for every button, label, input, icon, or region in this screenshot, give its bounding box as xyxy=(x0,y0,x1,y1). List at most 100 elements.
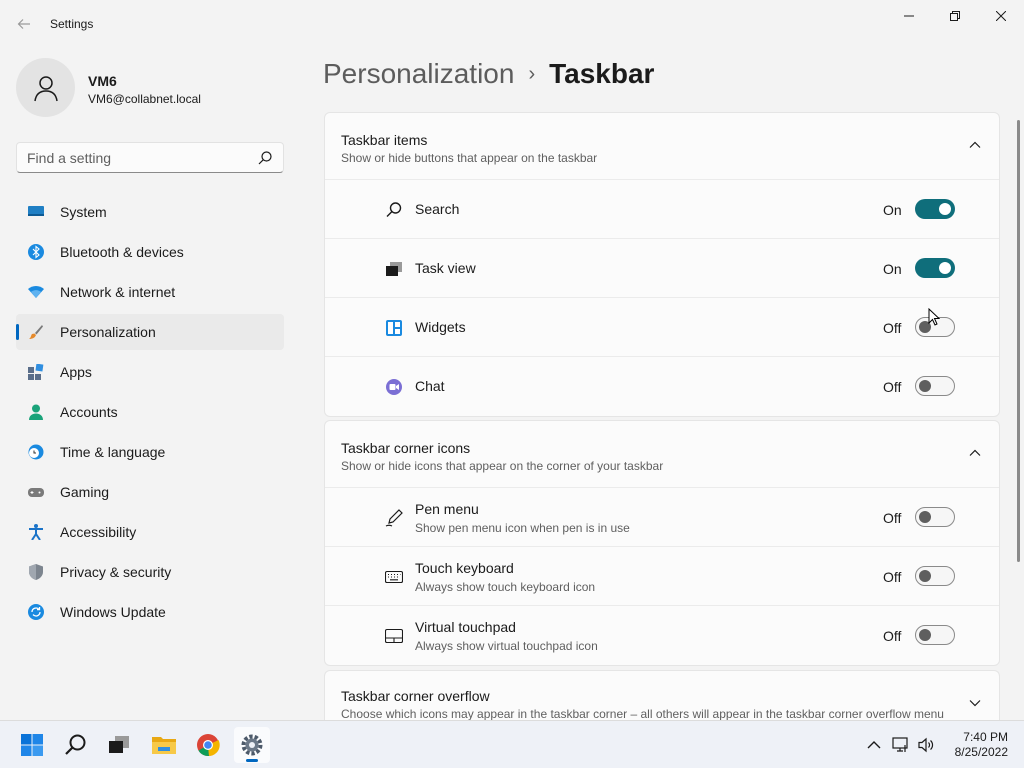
setting-label: Pen menu xyxy=(415,501,479,517)
sidebar-item-bluetooth[interactable]: Bluetooth & devices xyxy=(16,234,284,270)
setting-row-virtual-touchpad: Virtual touchpad Always show virtual tou… xyxy=(325,606,999,665)
setting-description: Show pen menu icon when pen is in use xyxy=(415,521,630,535)
taskbar-search-button[interactable] xyxy=(58,727,94,763)
person-icon xyxy=(29,404,43,420)
virtual-touchpad-toggle[interactable] xyxy=(915,625,955,645)
pen-menu-toggle[interactable] xyxy=(915,507,955,527)
section-subtitle: Show or hide buttons that appear on the … xyxy=(341,151,598,165)
sidebar-item-privacy[interactable]: Privacy & security xyxy=(16,554,284,590)
chat-toggle[interactable] xyxy=(915,376,955,396)
setting-row-chat: Chat Off xyxy=(325,357,999,416)
chevron-up-icon[interactable] xyxy=(865,736,883,754)
maximize-button[interactable] xyxy=(932,0,978,32)
windows-start-icon xyxy=(21,734,43,756)
sidebar-item-windows-update[interactable]: Windows Update xyxy=(16,594,284,630)
close-button[interactable] xyxy=(978,0,1024,32)
main-scrollbar[interactable] xyxy=(1017,120,1020,562)
breadcrumb-parent[interactable]: Personalization xyxy=(323,58,514,89)
search-icon[interactable] xyxy=(257,150,273,166)
chevron-up-icon[interactable] xyxy=(969,447,981,459)
apps-icon xyxy=(28,364,44,380)
taskbar-settings-button[interactable] xyxy=(234,727,270,763)
section-taskbar-corner-overflow: Taskbar corner overflow Choose which ico… xyxy=(324,670,1000,720)
gamepad-icon xyxy=(28,488,44,497)
shield-icon xyxy=(29,564,43,580)
mouse-cursor-icon xyxy=(928,308,940,326)
toggle-state-label: On xyxy=(883,261,902,277)
chat-icon xyxy=(386,379,402,395)
start-button[interactable] xyxy=(14,727,50,763)
section-header-taskbar-items[interactable]: Taskbar items Show or hide buttons that … xyxy=(325,113,999,180)
toggle-knob xyxy=(919,511,931,523)
toggle-knob xyxy=(919,570,931,582)
touchpad-icon xyxy=(385,628,403,644)
search-toggle[interactable] xyxy=(915,199,955,219)
back-button[interactable] xyxy=(10,10,38,38)
taskbar-chrome-button[interactable] xyxy=(190,727,226,763)
toggle-knob xyxy=(919,629,931,641)
bluetooth-icon xyxy=(28,244,44,260)
sidebar-item-label: Time & language xyxy=(60,444,166,460)
setting-label: Virtual touchpad xyxy=(415,619,516,635)
sidebar-item-time-language[interactable]: Time & language xyxy=(16,434,284,470)
app-title: Settings xyxy=(50,17,94,31)
close-icon xyxy=(996,11,1006,21)
avatar[interactable] xyxy=(16,58,75,117)
sidebar-item-apps[interactable]: Apps xyxy=(16,354,284,390)
network-icon[interactable] xyxy=(892,736,910,754)
section-taskbar-items: Taskbar items Show or hide buttons that … xyxy=(324,112,1000,417)
section-subtitle: Choose which icons may appear in the tas… xyxy=(341,707,944,720)
sidebar-item-accessibility[interactable]: Accessibility xyxy=(16,514,284,550)
sidebar-item-gaming[interactable]: Gaming xyxy=(16,474,284,510)
toggle-knob xyxy=(939,203,951,215)
title-bar: Settings xyxy=(0,0,1024,48)
sidebar-item-label: Bluetooth & devices xyxy=(60,244,184,260)
sidebar-item-network[interactable]: Network & internet xyxy=(16,274,284,310)
accessibility-icon xyxy=(29,524,43,540)
sidebar-item-label: Network & internet xyxy=(60,284,176,300)
sidebar-item-label: Gaming xyxy=(60,484,110,500)
windows-taskbar: 7:40 PM 8/25/2022 xyxy=(0,720,1024,768)
section-subtitle: Show or hide icons that appear on the co… xyxy=(341,459,664,473)
keyboard-icon xyxy=(385,570,403,584)
section-header-taskbar-corner-overflow[interactable]: Taskbar corner overflow Choose which ico… xyxy=(325,671,999,720)
sidebar-item-label: Windows Update xyxy=(60,604,166,620)
clock-time: 7:40 PM xyxy=(963,730,1008,744)
taskbar-clock[interactable]: 7:40 PM 8/25/2022 xyxy=(938,730,1008,760)
settings-search[interactable] xyxy=(16,142,284,173)
section-header-taskbar-corner-icons[interactable]: Taskbar corner icons Show or hide icons … xyxy=(325,421,999,488)
search-icon xyxy=(386,202,402,217)
taskbar-file-explorer-button[interactable] xyxy=(146,727,182,763)
clock-date: 8/25/2022 xyxy=(954,745,1008,759)
chevron-up-icon[interactable] xyxy=(969,139,981,151)
toggle-state-label: On xyxy=(883,202,902,218)
toggle-state-label: Off xyxy=(883,320,902,336)
sidebar-item-label: Accessibility xyxy=(60,524,137,540)
sidebar-item-label: System xyxy=(60,204,107,220)
wifi-icon xyxy=(28,286,44,298)
setting-row-widgets: Widgets Off xyxy=(325,298,999,357)
setting-label: Touch keyboard xyxy=(415,560,514,576)
page-title: Taskbar xyxy=(549,58,655,89)
volume-icon[interactable] xyxy=(917,736,935,754)
taskbar-task-view-button[interactable] xyxy=(101,727,137,763)
sidebar-item-accounts[interactable]: Accounts xyxy=(16,394,284,430)
chevron-down-icon[interactable] xyxy=(969,697,981,709)
sidebar-item-system[interactable]: System xyxy=(16,194,284,230)
touch-keyboard-toggle[interactable] xyxy=(915,566,955,586)
task-view-toggle[interactable] xyxy=(915,258,955,278)
setting-description: Always show virtual touchpad icon xyxy=(415,639,598,653)
search-input[interactable] xyxy=(17,143,253,172)
breadcrumb-separator: › xyxy=(528,63,536,85)
minimize-button[interactable] xyxy=(886,0,932,32)
section-title: Taskbar corner icons xyxy=(341,440,471,456)
user-email: VM6@collabnet.local xyxy=(88,92,201,106)
setting-row-pen-menu: Pen menu Show pen menu icon when pen is … xyxy=(325,488,999,547)
toggle-knob xyxy=(919,380,931,392)
setting-label: Widgets xyxy=(415,319,466,335)
sidebar-item-personalization[interactable]: Personalization xyxy=(16,314,284,350)
task-view-icon xyxy=(109,736,129,753)
toggle-knob xyxy=(939,262,951,274)
sidebar-item-label: Apps xyxy=(60,364,92,380)
chrome-icon xyxy=(197,734,220,757)
